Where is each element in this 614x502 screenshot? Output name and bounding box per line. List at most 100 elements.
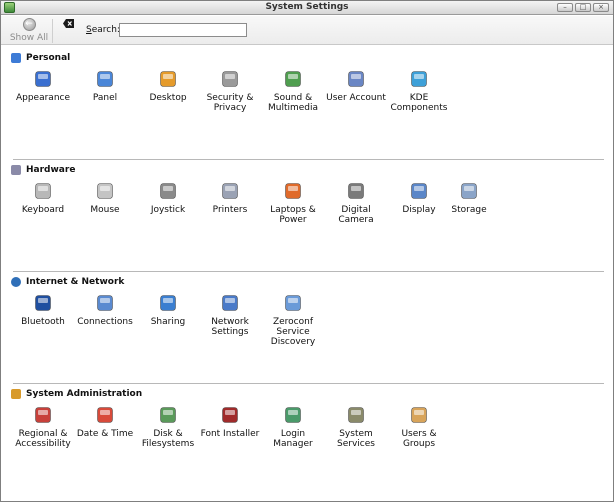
traffic-light-icon — [347, 406, 365, 424]
search-label: Search: — [86, 25, 120, 35]
settings-item-label: KDE Components — [390, 93, 448, 113]
show-all-label: Show All — [9, 33, 49, 43]
flag-icon — [34, 406, 52, 424]
settings-item[interactable]: Regional & Accessibility — [12, 406, 74, 449]
settings-item[interactable]: User Account — [325, 70, 387, 103]
battery-icon — [284, 182, 302, 200]
settings-item-label: Panel — [92, 93, 118, 103]
close-button[interactable]: × — [593, 3, 609, 12]
toolbar: ← Show All Search: — [1, 16, 613, 45]
settings-item[interactable]: Date & Time — [74, 406, 136, 439]
personal-section-icon — [11, 53, 21, 63]
zeroconf-icon — [284, 294, 302, 312]
storage-icon — [460, 182, 478, 200]
show-all-button[interactable]: ← Show All — [9, 18, 49, 44]
settings-item[interactable]: Digital Camera — [325, 182, 387, 225]
section-divider — [13, 383, 604, 384]
section-divider — [13, 271, 604, 272]
settings-item[interactable]: Bluetooth — [12, 294, 74, 327]
network-icon — [221, 294, 239, 312]
globe-section-icon — [11, 277, 21, 287]
id-card-icon — [347, 70, 365, 88]
speaker-icon — [284, 70, 302, 88]
appearance-icon — [34, 70, 52, 88]
joystick-icon — [159, 182, 177, 200]
settings-item[interactable]: Login Manager — [262, 406, 324, 449]
toolbar-separator — [52, 19, 53, 43]
settings-item[interactable]: KDE Components — [388, 70, 450, 113]
title-bar[interactable]: System Settings – □ × — [1, 1, 613, 15]
calendar-icon — [96, 406, 114, 424]
settings-item-label: Printers — [212, 205, 248, 215]
settings-item[interactable]: Sharing — [137, 294, 199, 327]
minimize-button[interactable]: – — [557, 3, 573, 12]
settings-item[interactable]: Users & Groups — [388, 406, 450, 449]
components-icon — [410, 70, 428, 88]
settings-item-label: Joystick — [150, 205, 186, 215]
login-users-icon — [284, 406, 302, 424]
settings-item[interactable]: System Services — [325, 406, 387, 449]
settings-item-label: Connections — [77, 317, 133, 327]
settings-item[interactable]: Zeroconf Service Discovery — [262, 294, 324, 347]
settings-item-label: Disk & Filesystems — [141, 429, 195, 449]
sharing-icon — [159, 294, 177, 312]
panel-icon — [96, 70, 114, 88]
settings-item[interactable]: Appearance — [12, 70, 74, 103]
search-input[interactable] — [119, 23, 247, 37]
keys-icon — [221, 70, 239, 88]
settings-item[interactable]: Font Installer — [199, 406, 261, 439]
settings-item[interactable]: Joystick — [137, 182, 199, 215]
maximize-button[interactable]: □ — [575, 3, 591, 12]
font-icon — [221, 406, 239, 424]
section-title: Hardware — [26, 165, 76, 175]
settings-item[interactable]: Desktop — [137, 70, 199, 103]
settings-item[interactable]: Connections — [74, 294, 136, 327]
settings-item-label: Date & Time — [76, 429, 134, 439]
settings-item-label: Sound & Multimedia — [267, 93, 319, 113]
settings-item-label: Security & Privacy — [206, 93, 254, 113]
system-admin-section-icon — [11, 389, 21, 399]
settings-item[interactable]: Keyboard — [12, 182, 74, 215]
settings-item-label: Font Installer — [200, 429, 260, 439]
settings-item-label: Keyboard — [21, 205, 65, 215]
settings-item-label: Zeroconf Service Discovery — [270, 317, 316, 347]
settings-item-label: Desktop — [149, 93, 187, 103]
system-settings-window: System Settings – □ × ← Show All Search:… — [0, 0, 614, 502]
settings-item-label: Storage — [451, 205, 487, 215]
settings-item[interactable]: Network Settings — [199, 294, 261, 337]
hardware-section-icon — [11, 165, 21, 175]
connections-icon — [96, 294, 114, 312]
settings-item[interactable]: Disk & Filesystems — [137, 406, 199, 449]
settings-item[interactable]: Sound & Multimedia — [262, 70, 324, 113]
settings-item[interactable]: Panel — [74, 70, 136, 103]
desktop-icon — [159, 70, 177, 88]
printer-icon — [221, 182, 239, 200]
settings-item-label: System Services — [337, 429, 375, 449]
settings-item-label: Sharing — [150, 317, 186, 327]
settings-item-label: User Account — [326, 93, 386, 103]
settings-item[interactable]: Printers — [199, 182, 261, 215]
clear-search-icon[interactable] — [63, 19, 74, 28]
settings-item-label: Users & Groups — [401, 429, 437, 449]
settings-item[interactable]: Mouse — [74, 182, 136, 215]
section-divider — [13, 159, 604, 160]
settings-item[interactable]: Security & Privacy — [199, 70, 261, 113]
section-title: System Administration — [26, 389, 143, 399]
monitor-icon — [410, 182, 428, 200]
settings-item[interactable]: Storage — [438, 182, 500, 215]
camera-icon — [347, 182, 365, 200]
settings-item-label: Digital Camera — [338, 205, 374, 225]
settings-item-label: Appearance — [15, 93, 71, 103]
keyboard-icon — [34, 182, 52, 200]
section-title: Personal — [26, 53, 71, 63]
bluetooth-icon — [34, 294, 52, 312]
users-icon — [410, 406, 428, 424]
settings-item[interactable]: Laptops & Power — [262, 182, 324, 225]
window-title: System Settings — [265, 2, 349, 12]
section-title: Internet & Network — [26, 277, 125, 287]
settings-item-label: Mouse — [90, 205, 120, 215]
settings-item-label: Regional & Accessibility — [15, 429, 71, 449]
settings-item-label: Login Manager — [273, 429, 313, 449]
settings-item-label: Bluetooth — [21, 317, 65, 327]
search-label-rest: earch: — [91, 25, 120, 35]
